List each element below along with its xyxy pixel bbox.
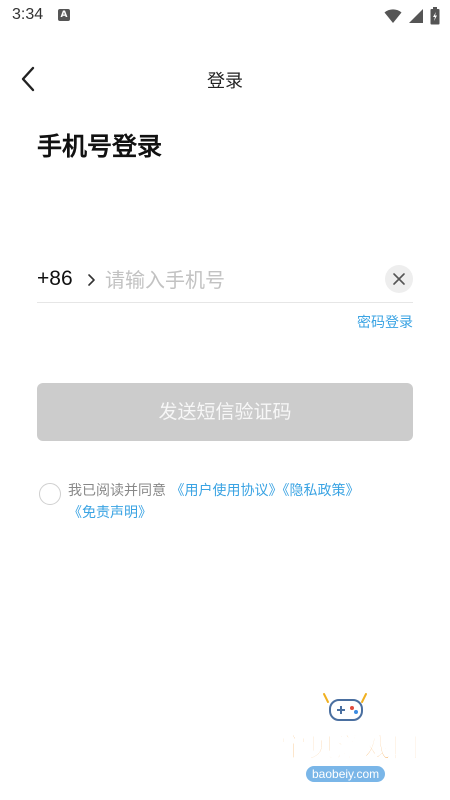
watermark-logo: 宝贝游戏网 baobeiy.com	[270, 690, 430, 800]
password-login-link[interactable]: 密码登录	[357, 312, 413, 332]
user-agreement-link[interactable]: 《用户使用协议》	[170, 483, 282, 499]
watermark-site-name: 宝贝游戏网	[280, 733, 420, 765]
send-sms-code-button[interactable]: 发送短信验证码	[37, 383, 413, 441]
clear-button[interactable]	[385, 265, 413, 293]
watermark-url: baobeiy.com	[306, 766, 386, 782]
disclaimer-link[interactable]: 《免责声明》	[68, 505, 152, 521]
phone-input[interactable]	[105, 262, 375, 298]
gamepad-icon	[323, 693, 367, 721]
country-code-selector[interactable]: +86	[37, 267, 73, 291]
status-icons	[384, 7, 440, 25]
signal-icon	[409, 9, 423, 23]
agreement-text: 我已阅读并同意 《用户使用协议》《隐私政策》《免责声明》	[68, 480, 418, 524]
privacy-policy-link[interactable]: 《隐私政策》	[282, 483, 359, 499]
clear-icon	[393, 273, 405, 285]
nav-bar: 登录	[0, 55, 450, 103]
agreement-checkbox[interactable]	[39, 483, 61, 505]
battery-icon	[430, 7, 440, 25]
notification-icon: A	[58, 9, 70, 21]
status-time: 3:34	[12, 6, 44, 23]
phone-input-row: +86	[37, 260, 413, 303]
page-title: 手机号登录	[37, 132, 163, 161]
chevron-right-icon	[88, 274, 95, 286]
nav-title: 登录	[207, 71, 243, 92]
agreement-prefix: 我已阅读并同意	[68, 483, 166, 499]
wifi-icon	[384, 9, 402, 23]
status-bar: 3:34 A	[0, 0, 450, 32]
